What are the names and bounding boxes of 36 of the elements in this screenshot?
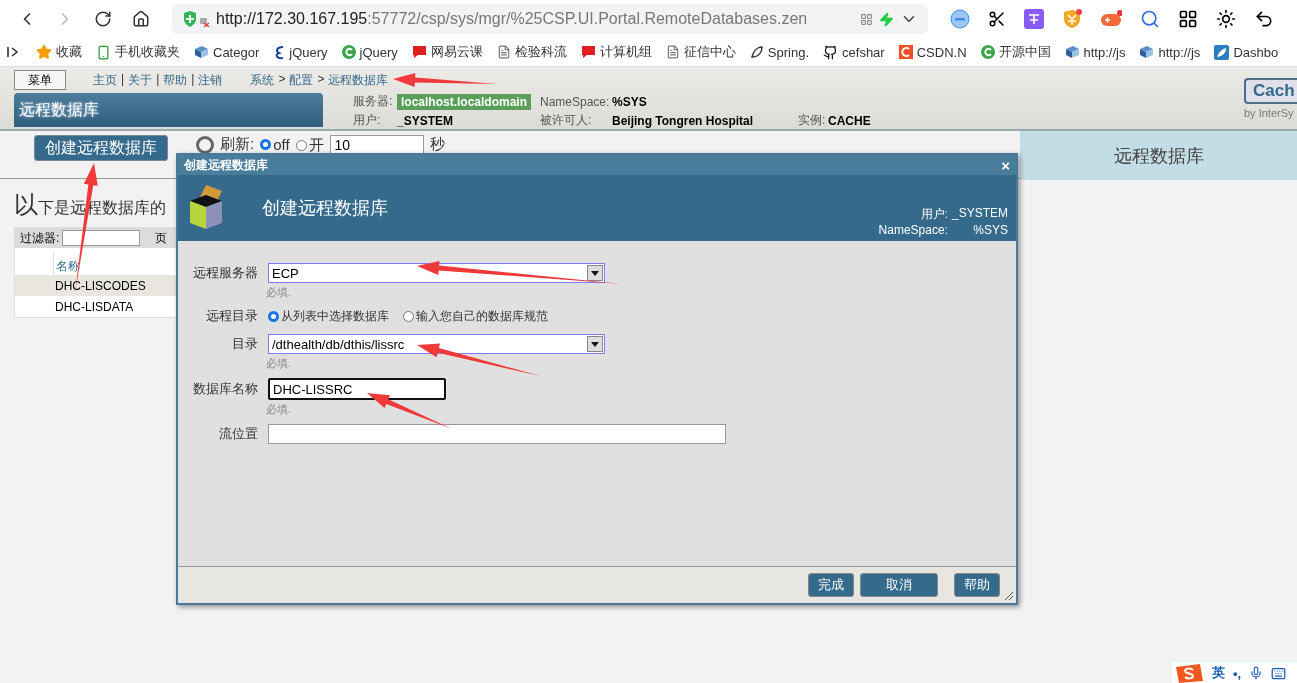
field-label: 流位置	[218, 425, 258, 443]
info-value: %SYS	[612, 94, 647, 109]
info-value: Beijing Tongren Hospital	[612, 113, 754, 128]
breadcrumb-separator: >	[278, 71, 286, 88]
unit-label: 秒	[429, 135, 445, 154]
field-label: 数据库名称	[192, 380, 258, 398]
info-label: NameSpace:	[540, 94, 611, 109]
field-label: 目录	[231, 335, 258, 353]
info-label: 被许可人:	[540, 112, 593, 129]
required-hint: 必填.	[266, 356, 293, 371]
filter-label: 过滤器:	[20, 229, 60, 247]
info-label: 服务器:	[353, 93, 394, 110]
info-value: %SYS	[972, 223, 1008, 237]
breadcrumb-separator: >	[317, 71, 325, 88]
product-logo: Cach	[1244, 78, 1297, 104]
page-label: 页	[155, 229, 168, 247]
info-label: 用户:	[919, 206, 948, 223]
url-text: http://172.30.167.195:57772/csp/sys/mgr/%25CSP.UI.Portal.RemoteDatabases.zen	[216, 10, 809, 28]
required-hint: 必填.	[266, 285, 293, 300]
link-separator: |	[156, 71, 160, 88]
side-pane-title: 远程数据库	[1020, 131, 1297, 180]
server-badge: localhost.localdomain	[397, 93, 532, 110]
info-label: NameSpace:	[878, 223, 948, 237]
info-value: _SYSTEM	[397, 113, 453, 128]
dialog-title: 创建远程数据库	[184, 156, 268, 174]
info-value: _SYSTEM	[952, 206, 1008, 222]
refresh-label: 刷新:	[220, 135, 255, 154]
info-label: 实例:	[798, 112, 827, 129]
logo-caption: by InterSy	[1244, 107, 1294, 119]
link-separator: |	[121, 71, 125, 88]
link-separator: |	[191, 71, 195, 88]
info-label: 用户:	[353, 112, 382, 129]
required-hint: 必填.	[266, 402, 293, 417]
info-value: CACHE	[828, 113, 871, 128]
dialog-heading: 创建远程数据库	[262, 197, 389, 220]
page-title: 远程数据库	[14, 93, 323, 127]
